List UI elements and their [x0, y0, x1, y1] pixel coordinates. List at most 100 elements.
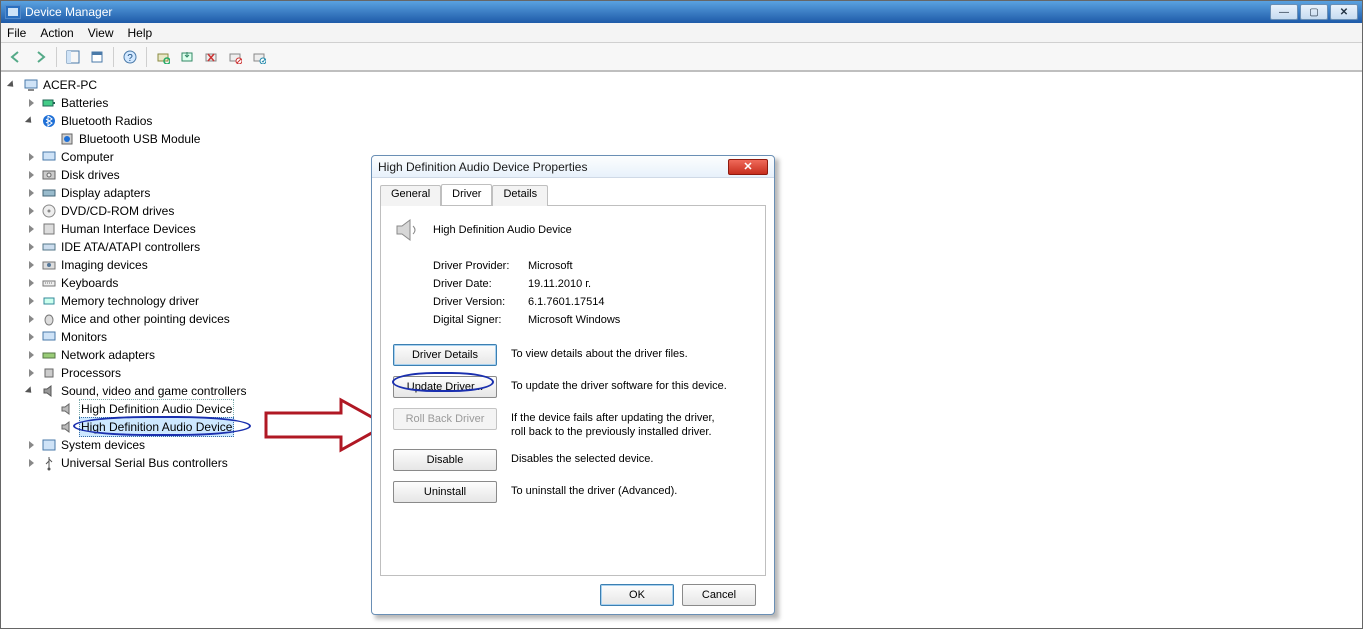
tree-label: Memory technology driver: [61, 292, 199, 310]
tree-label: Mice and other pointing devices: [61, 310, 230, 328]
mouse-icon: [41, 311, 57, 327]
tree-label: Display adapters: [61, 184, 150, 202]
display-adapter-icon: [41, 185, 57, 201]
ide-icon: [41, 239, 57, 255]
tab-details[interactable]: Details: [492, 185, 548, 206]
back-button[interactable]: [5, 46, 27, 68]
expand-icon[interactable]: [27, 440, 38, 451]
tree-root-label: ACER-PC: [43, 76, 97, 94]
tab-general[interactable]: General: [380, 185, 441, 206]
expand-icon[interactable]: [27, 152, 38, 163]
title-bar: Device Manager — ▢ ✕: [1, 1, 1362, 23]
update-driver-toolbar-button[interactable]: [176, 46, 198, 68]
expand-icon[interactable]: [27, 350, 38, 361]
uninstall-desc: To uninstall the driver (Advanced).: [511, 481, 731, 498]
tree-label: Imaging devices: [61, 256, 148, 274]
driver-details-button[interactable]: Driver Details: [393, 344, 497, 366]
usb-icon: [41, 455, 57, 471]
tab-driver-page: High Definition Audio Device Driver Prov…: [380, 206, 766, 576]
tree-label: High Definition Audio Device: [79, 399, 234, 419]
expand-icon[interactable]: [27, 170, 38, 181]
bluetooth-icon: [41, 113, 57, 129]
imaging-icon: [41, 257, 57, 273]
close-button[interactable]: ✕: [1330, 4, 1358, 20]
tab-driver[interactable]: Driver: [441, 184, 492, 205]
tree-item-bluetooth-usb-module[interactable]: Bluetooth USB Module: [5, 130, 1358, 148]
expand-icon[interactable]: [27, 386, 38, 397]
expand-icon[interactable]: [27, 260, 38, 271]
update-driver-button[interactable]: Update Driver...: [393, 376, 497, 398]
scan-hardware-button[interactable]: [152, 46, 174, 68]
disable-button[interactable]: Disable: [393, 449, 497, 471]
expand-icon[interactable]: [27, 278, 38, 289]
tree-label: Network adapters: [61, 346, 155, 364]
uninstall-toolbar-button[interactable]: [200, 46, 222, 68]
expand-icon[interactable]: [27, 98, 38, 109]
tree-item-batteries[interactable]: Batteries: [5, 94, 1358, 112]
maximize-button[interactable]: ▢: [1300, 4, 1328, 20]
tree-item-bluetooth-radios[interactable]: Bluetooth Radios: [5, 112, 1358, 130]
dialog-tabs: General Driver Details: [380, 184, 766, 206]
dvd-icon: [41, 203, 57, 219]
tree-label: Keyboards: [61, 274, 118, 292]
provider-label: Driver Provider:: [433, 260, 528, 272]
expand-icon[interactable]: [27, 314, 38, 325]
dialog-titlebar: High Definition Audio Device Properties …: [372, 156, 774, 178]
tree-label: Universal Serial Bus controllers: [61, 454, 228, 472]
expand-icon[interactable]: [27, 332, 38, 343]
tree-label: Human Interface Devices: [61, 220, 196, 238]
disable-toolbar-button[interactable]: [224, 46, 246, 68]
window-title: Device Manager: [25, 5, 1270, 19]
menu-action[interactable]: Action: [40, 26, 73, 40]
computer-icon: [23, 77, 39, 93]
driver-details-desc: To view details about the driver files.: [511, 344, 731, 361]
menu-help[interactable]: Help: [128, 26, 153, 40]
menu-bar: File Action View Help: [1, 23, 1362, 43]
tree-label: IDE ATA/ATAPI controllers: [61, 238, 200, 256]
expand-icon[interactable]: [27, 296, 38, 307]
tree-root[interactable]: ACER-PC: [5, 76, 1358, 94]
tree-label: Disk drives: [61, 166, 120, 184]
properties-button[interactable]: [86, 46, 108, 68]
expand-icon[interactable]: [27, 188, 38, 199]
update-driver-desc: To update the driver software for this d…: [511, 376, 731, 393]
device-speaker-icon: [393, 216, 421, 244]
monitor-icon: [41, 329, 57, 345]
expand-icon[interactable]: [9, 80, 20, 91]
tree-label: High Definition Audio Device: [79, 417, 234, 437]
window-controls: — ▢ ✕: [1270, 4, 1358, 20]
menu-view[interactable]: View: [88, 26, 114, 40]
bluetooth-chip-icon: [59, 131, 75, 147]
tree-label: System devices: [61, 436, 145, 454]
cancel-button[interactable]: Cancel: [682, 584, 756, 606]
expand-icon[interactable]: [27, 224, 38, 235]
toolbar-separator: [113, 47, 114, 67]
cpu-icon: [41, 365, 57, 381]
version-label: Driver Version:: [433, 296, 528, 308]
provider-value: Microsoft: [528, 260, 573, 272]
expand-icon[interactable]: [27, 206, 38, 217]
network-icon: [41, 347, 57, 363]
enable-toolbar-button[interactable]: [248, 46, 270, 68]
show-hide-tree-button[interactable]: [62, 46, 84, 68]
expand-icon[interactable]: [27, 368, 38, 379]
minimize-button[interactable]: —: [1270, 4, 1298, 20]
expand-icon[interactable]: [27, 116, 38, 127]
device-name: High Definition Audio Device: [433, 224, 572, 236]
hid-icon: [41, 221, 57, 237]
expand-icon[interactable]: [27, 242, 38, 253]
dialog-close-button[interactable]: ✕: [728, 159, 768, 175]
signer-value: Microsoft Windows: [528, 314, 620, 326]
expand-icon[interactable]: [27, 458, 38, 469]
signer-label: Digital Signer:: [433, 314, 528, 326]
rollback-driver-button: Roll Back Driver: [393, 408, 497, 430]
forward-button[interactable]: [29, 46, 51, 68]
help-button[interactable]: ?: [119, 46, 141, 68]
tree-label: Monitors: [61, 328, 107, 346]
app-icon: [5, 5, 21, 19]
properties-dialog: High Definition Audio Device Properties …: [371, 155, 775, 615]
menu-file[interactable]: File: [7, 26, 26, 40]
uninstall-button[interactable]: Uninstall: [393, 481, 497, 503]
speaker-icon: [59, 419, 75, 435]
ok-button[interactable]: OK: [600, 584, 674, 606]
